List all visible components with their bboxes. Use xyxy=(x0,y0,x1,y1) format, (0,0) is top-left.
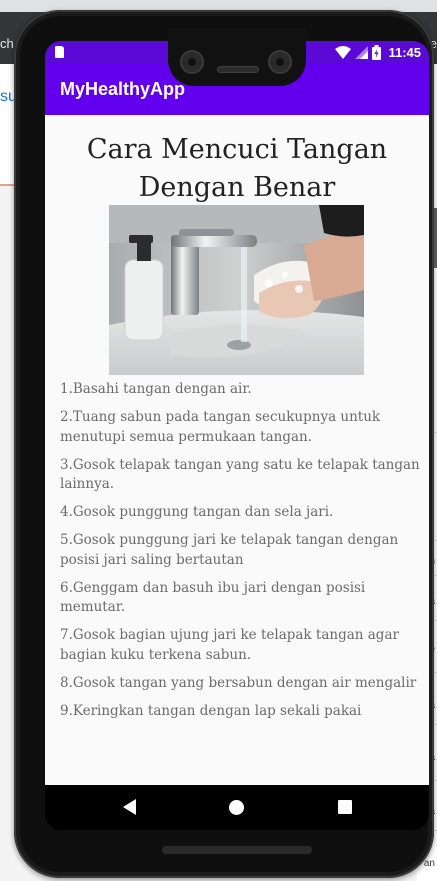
step-item: 5.Gosok punggung jari ke telapak tangan … xyxy=(60,532,399,568)
step-item: 9.Keringkan tangan dengan lap sekali pak… xyxy=(60,702,362,719)
page: ch ke su n a e a a a an xyxy=(0,0,437,881)
wifi-icon xyxy=(335,45,352,59)
step-item: 6.Genggam dan basuh ibu jari dengan posi… xyxy=(60,579,366,616)
page-title: Cara Mencuci Tangan Dengan Benar xyxy=(86,134,388,203)
recents-icon[interactable] xyxy=(338,800,352,814)
status-clock: 11:45 xyxy=(388,44,421,60)
back-icon[interactable] xyxy=(123,799,136,815)
phone-frame: 11:45 MyHealthyApp Cara Mencuci Tangan D… xyxy=(14,10,434,878)
earpiece-speaker xyxy=(217,66,259,73)
home-icon[interactable] xyxy=(229,800,244,815)
background-right-fragment: an xyxy=(423,858,435,869)
step-item: 3.Gosok telapak tangan yang satu ke tela… xyxy=(60,456,420,493)
app-title: MyHealthyApp xyxy=(60,79,186,99)
step-item: 2.Tuang sabun pada tangan secukupnya unt… xyxy=(60,409,381,445)
battery-icon xyxy=(372,44,382,60)
front-camera-icon xyxy=(180,50,204,74)
content-area[interactable]: Cara Mencuci Tangan Dengan Benar 1.Basah… xyxy=(45,115,429,785)
navigation-bar xyxy=(45,785,429,830)
step-item: 8.Gosok tangan yang bersabun dengan air … xyxy=(60,674,417,691)
step-item: 7.Gosok bagian ujung jari ke telapak tan… xyxy=(60,627,399,663)
browser-left-text: ch xyxy=(0,36,14,51)
step-item: 4.Gosok punggung tangan dan sela jari. xyxy=(60,504,334,520)
sd-card-icon xyxy=(55,46,64,58)
status-icons: 11:45 xyxy=(335,44,421,60)
phone-screen: 11:45 MyHealthyApp Cara Mencuci Tangan D… xyxy=(45,41,429,830)
steps-list: 1.Basahi tangan dengan air. 2.Tuang sabu… xyxy=(60,380,420,730)
front-camera-icon xyxy=(268,50,292,74)
hand-washing-photo xyxy=(109,205,364,375)
phone-notch xyxy=(168,28,306,86)
step-item: 1.Basahi tangan dengan air. xyxy=(60,381,252,397)
signal-icon xyxy=(355,45,369,59)
bottom-speaker xyxy=(162,846,312,854)
